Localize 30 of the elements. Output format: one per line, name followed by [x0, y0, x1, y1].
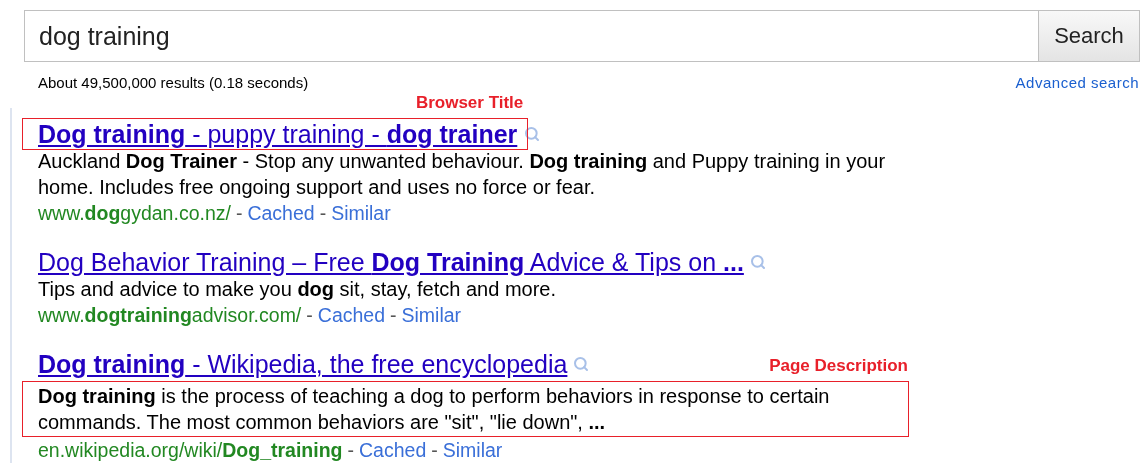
- result-link[interactable]: Cached: [359, 437, 427, 463]
- result-snippet: Tips and advice to make you dog sit, stay, fetch and more.: [38, 277, 557, 302]
- callout-label: Page Description: [769, 356, 908, 376]
- separator-text: -: [319, 201, 327, 226]
- separator-text: -: [390, 303, 397, 328]
- result-link[interactable]: Cached: [317, 302, 385, 328]
- result-url: www.doggydan.co.nz/: [38, 201, 231, 226]
- search-icon[interactable]: [749, 254, 766, 270]
- results-count: About 49,500,000 results (0.18 seconds): [38, 73, 309, 91]
- search-field[interactable]: dog training: [24, 10, 1038, 62]
- result-url: www.dogtrainingadvisor.com/: [38, 303, 302, 328]
- result-title-link[interactable]: Dog training - puppy training - dog trainer: [38, 120, 518, 148]
- separator-text: -: [235, 201, 243, 226]
- search-button[interactable]: Search: [1038, 10, 1140, 62]
- result-snippet: Auckland Dog Trainer - Stop any unwanted behaviour. Dog training and Puppy training in your home. Includes free ongoing support and uses no force or fear.: [38, 149, 887, 200]
- separator-text: -: [431, 438, 438, 463]
- search-icon[interactable]: [573, 356, 590, 372]
- result-link[interactable]: Similar: [442, 437, 503, 463]
- separator-text: -: [347, 438, 354, 463]
- result-title-link[interactable]: Dog training - Wikipedia, the free encyclopedia: [38, 350, 568, 378]
- advanced-search-link[interactable]: Advanced search: [1015, 73, 1139, 91]
- separator-text: -: [306, 303, 313, 328]
- callout-label: Browser Title: [415, 93, 524, 113]
- result-link[interactable]: Cached: [247, 200, 315, 226]
- result-link[interactable]: Similar: [401, 302, 462, 328]
- result-snippet: Dog training is the process of teaching a dog to perform behaviors in response to certain commands. The most common behaviors are "sit", "lie down", ...: [38, 384, 831, 435]
- result-title-link[interactable]: Dog Behavior Training – Free Dog Training Advice & Tips on ...: [38, 248, 744, 276]
- search-icon[interactable]: [524, 126, 541, 142]
- result-link[interactable]: Similar: [331, 200, 391, 226]
- result-url: en.wikipedia.org/wiki/Dog_training: [38, 438, 343, 463]
